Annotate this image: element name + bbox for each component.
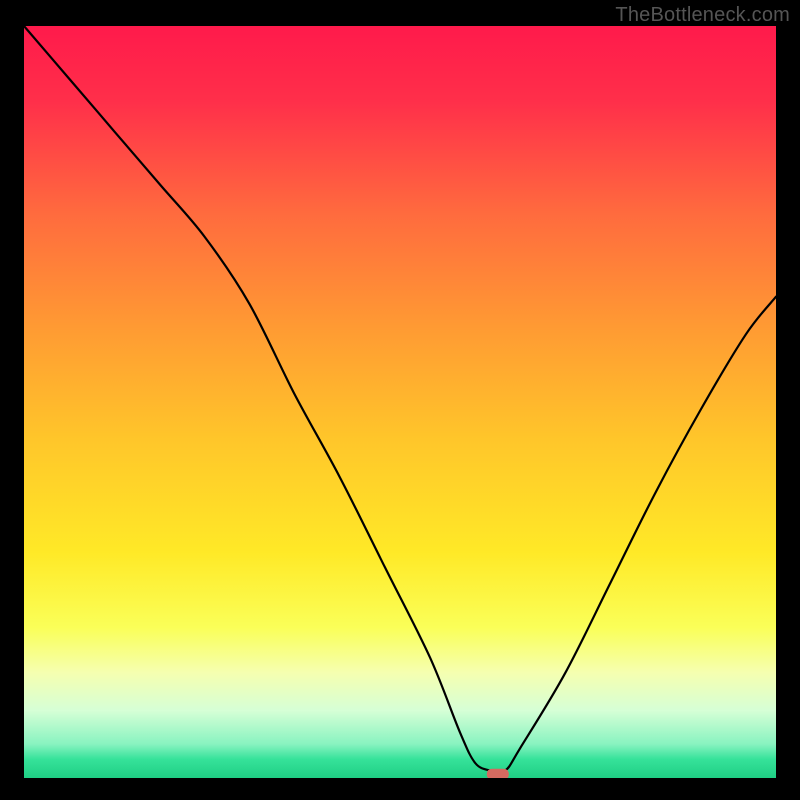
plot-area bbox=[24, 26, 776, 778]
watermark-text: TheBottleneck.com bbox=[615, 4, 790, 27]
optimal-marker bbox=[487, 769, 509, 778]
chart-frame: TheBottleneck.com bbox=[0, 0, 800, 800]
gradient-background bbox=[24, 26, 776, 778]
plot-svg bbox=[24, 26, 776, 778]
